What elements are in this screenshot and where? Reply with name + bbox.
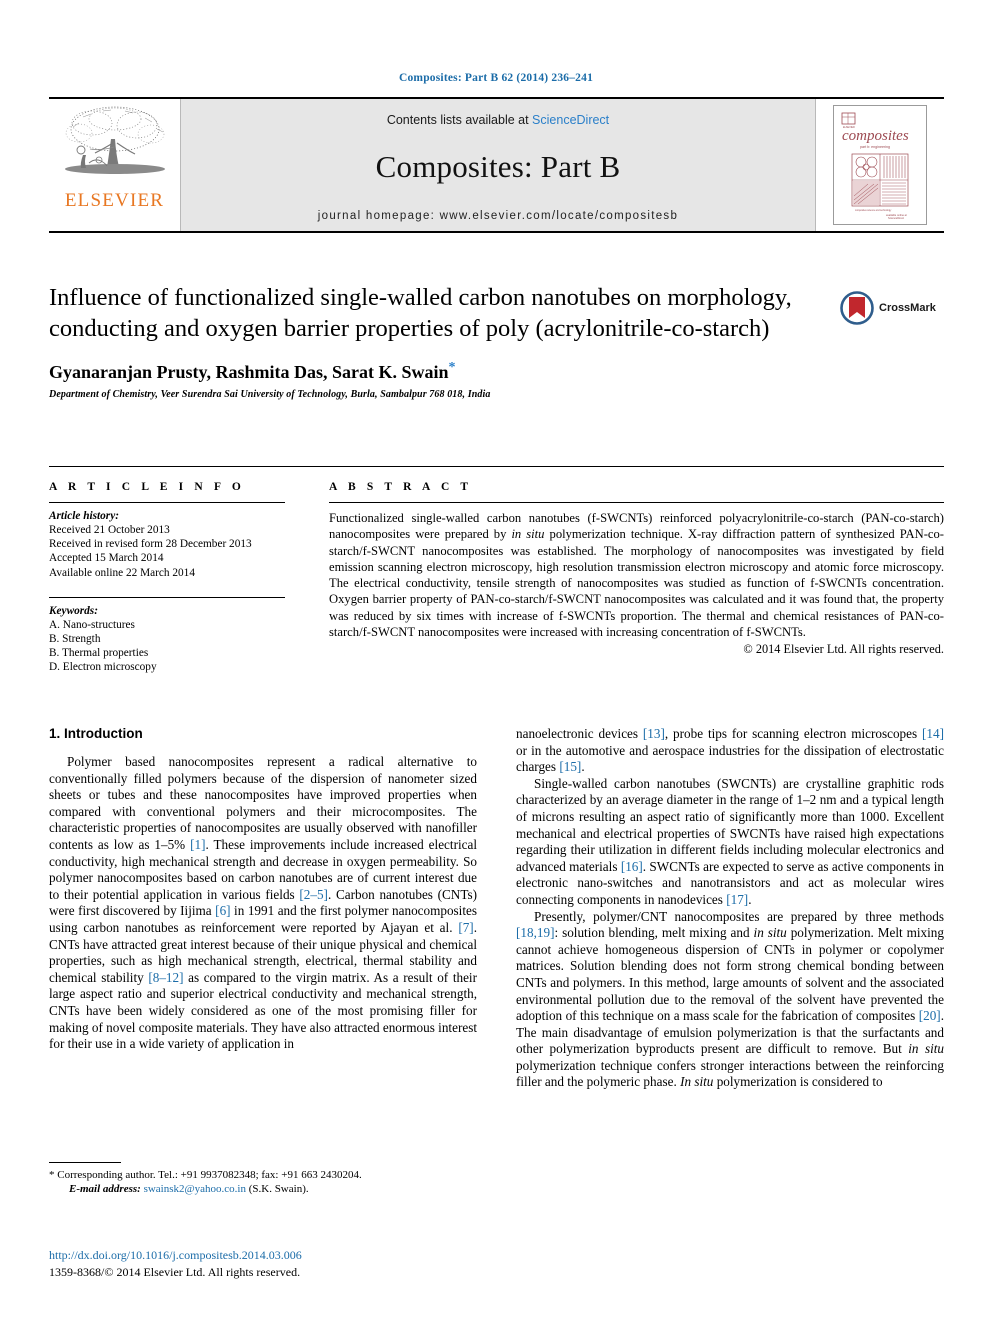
abstract-heading: A B S T R A C T (329, 481, 473, 493)
section-heading-introduction: 1. Introduction (49, 726, 143, 741)
author-names: Gyanaranjan Prusty, Rashmita Das, Sarat … (49, 362, 449, 382)
crossmark-badge[interactable]: CrossMark (840, 291, 936, 325)
keywords-block: Keywords: A. Nano-structures B. Strength… (49, 596, 285, 675)
history-accepted: Accepted 15 March 2014 (49, 552, 164, 565)
journal-homepage[interactable]: journal homepage: www.elsevier.com/locat… (181, 210, 815, 222)
footnote-marker: * (49, 1169, 55, 1181)
elsevier-wordmark: ELSEVIER (64, 190, 165, 211)
footnote-corresponding: * Corresponding author. Tel.: +91 993708… (49, 1168, 477, 1182)
footnote-email: E-mail address: swainsk2@yahoo.co.in (S.… (49, 1182, 477, 1196)
svg-text:composites science and technol: composites science and technology (855, 209, 892, 212)
keyword-item: B. Thermal properties (49, 647, 149, 660)
abstract-copyright: © 2014 Elsevier Ltd. All rights reserved… (743, 642, 944, 657)
paragraph: nanoelectronic devices [13], probe tips … (516, 726, 944, 775)
svg-text:part b: engineering: part b: engineering (860, 145, 890, 149)
article-info-heading: A R T I C L E I N F O (49, 481, 245, 493)
email-owner: (S.K. Swain). (248, 1183, 309, 1195)
history-revised: Received in revised form 28 December 201… (49, 538, 252, 551)
paper-page: Composites: Part B 62 (2014) 236–241 ELS… (0, 0, 992, 1323)
title-block: Influence of functionalized single-walle… (49, 283, 839, 400)
body-column-right: nanoelectronic devices [13], probe tips … (516, 726, 944, 1091)
paragraph: Single-walled carbon nanotubes (SWCNTs) … (516, 775, 945, 907)
crossmark-icon (840, 291, 874, 325)
paragraph: Polymer based nanocomposites represent a… (49, 754, 478, 1052)
cover-artwork-icon: ELSEVIER composites part b: engineering (834, 106, 926, 224)
keyword-item: B. Strength (49, 633, 101, 646)
paragraph: Presently, polymer/CNT nanocomposites ar… (516, 908, 945, 1090)
contents-available-line: Contents lists available at ScienceDirec… (387, 113, 609, 127)
email-address-label: E-mail address: (69, 1183, 141, 1195)
keyword-item: A. Nano-structures (49, 618, 135, 631)
corresponding-author-marker: * (448, 360, 456, 375)
affiliation: Department of Chemistry, Veer Surendra S… (49, 389, 491, 400)
issn-copyright-line: 1359-8368/© 2014 Elsevier Ltd. All right… (49, 1265, 301, 1279)
article-history-label: Article history: (49, 510, 119, 522)
keyword-item: D. Electron microscopy (49, 661, 157, 674)
svg-text:ScienceDirect: ScienceDirect (888, 216, 904, 220)
running-head: Composites: Part B 62 (2014) 236–241 (398, 72, 594, 84)
info-divider (49, 502, 285, 503)
author-list: Gyanaranjan Prusty, Rashmita Das, Sarat … (49, 360, 839, 383)
article-info-column: A R T I C L E I N F O Article history: R… (49, 481, 285, 675)
body-column-left: 1. Introduction Polymer based nanocompos… (49, 726, 477, 1091)
footnote-corresponding-text: Corresponding author. Tel.: +91 99370823… (57, 1169, 362, 1181)
abstract-column: A B S T R A C T Functionalized single-wa… (329, 481, 944, 675)
journal-masthead: ELSEVIER Contents lists available at Sci… (49, 97, 944, 233)
svg-text:composites: composites (842, 128, 909, 144)
abstract-text: Functionalized single-walled carbon nano… (329, 511, 944, 640)
abstract-divider (329, 502, 944, 503)
email-link[interactable]: swainsk2@yahoo.co.in (144, 1183, 246, 1195)
page-title: Influence of functionalized single-walle… (49, 284, 792, 342)
journal-cover-block: ELSEVIER composites part b: engineering (816, 99, 944, 231)
footer-doi-block: http://dx.doi.org/10.1016/j.compositesb.… (49, 1246, 549, 1280)
keywords-divider (49, 596, 285, 598)
history-received: Received 21 October 2013 (49, 524, 170, 536)
keywords-label: Keywords: (49, 604, 98, 617)
crossmark-label: CrossMark (879, 302, 936, 314)
footnote-rule (49, 1162, 121, 1163)
corresponding-author-footnote: * Corresponding author. Tel.: +91 993708… (49, 1162, 477, 1196)
doi-link[interactable]: http://dx.doi.org/10.1016/j.compositesb.… (49, 1248, 302, 1262)
contents-prefix: Contents lists available at (386, 113, 533, 127)
sciencedirect-link[interactable]: ScienceDirect (532, 113, 609, 127)
elsevier-tree-icon (64, 106, 165, 174)
publisher-logo-block: ELSEVIER (49, 99, 181, 231)
info-abstract-band: A R T I C L E I N F O Article history: R… (49, 466, 944, 675)
journal-cover-thumbnail: ELSEVIER composites part b: engineering (833, 105, 927, 225)
journal-title: Composites: Part B (375, 149, 621, 184)
body-columns: 1. Introduction Polymer based nanocompos… (49, 726, 944, 1091)
history-online: Available online 22 March 2014 (49, 566, 195, 579)
masthead-center: Contents lists available at ScienceDirec… (181, 99, 816, 231)
